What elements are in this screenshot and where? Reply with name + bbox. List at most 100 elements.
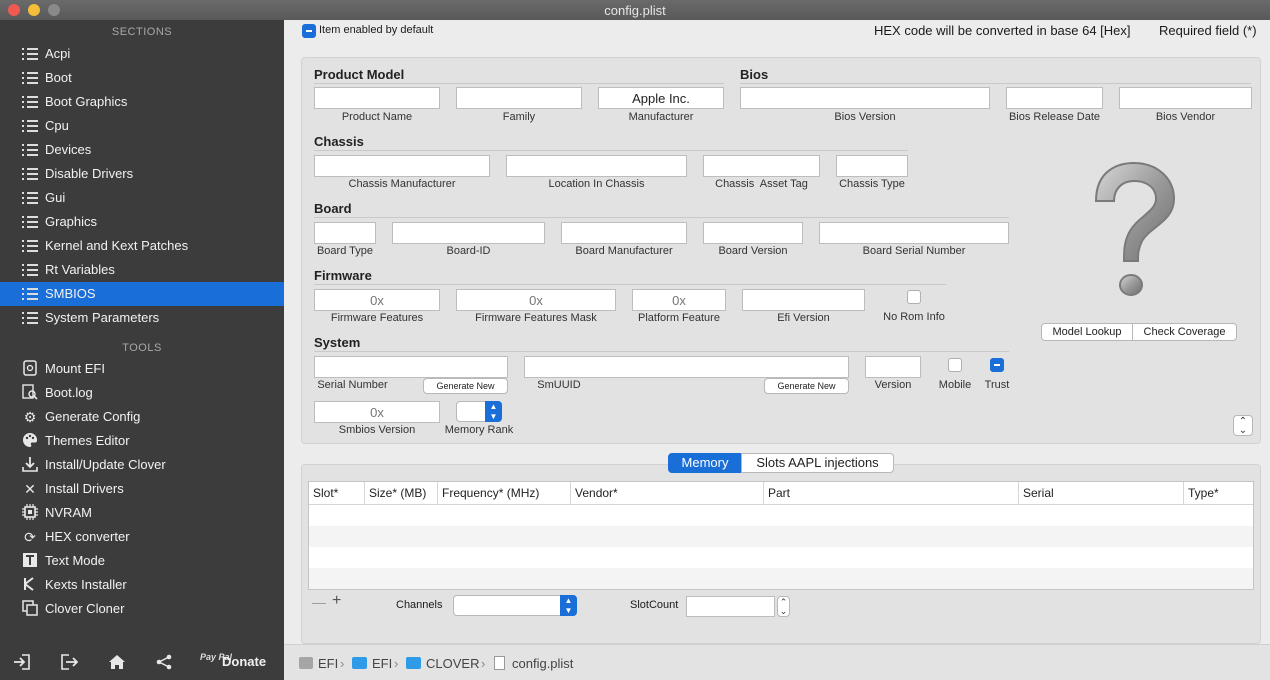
home-icon[interactable] — [107, 654, 127, 672]
chassis-asset-tag-field[interactable] — [703, 155, 820, 177]
bios-vendor-field[interactable] — [1119, 87, 1252, 109]
system-title: System — [314, 335, 361, 350]
tool-mount-efi[interactable]: Mount EFI — [0, 357, 284, 381]
check-coverage-button[interactable]: Check Coverage — [1132, 323, 1237, 341]
sidebar-item-disable-drivers[interactable]: Disable Drivers — [0, 162, 284, 186]
tool-text-mode[interactable]: Text Mode — [0, 549, 284, 573]
slotcount-field[interactable] — [686, 596, 775, 617]
export-icon[interactable] — [59, 654, 79, 672]
tool-themes-editor[interactable]: Themes Editor — [0, 429, 284, 453]
board-serial-number-field[interactable] — [819, 222, 1009, 244]
sidebar-item-boot-graphics[interactable]: Boot Graphics — [0, 90, 284, 114]
firmware-features-field[interactable] — [314, 289, 440, 311]
path-segment[interactable]: CLOVER — [426, 656, 479, 671]
tool-boot-log[interactable]: Boot.log — [0, 381, 284, 405]
zoom-window-button[interactable] — [48, 4, 60, 16]
memory-table[interactable]: Slot* Size* (MB) Frequency* (MHz) Vendor… — [308, 481, 1254, 590]
sidebar-item-label: Rt Variables — [45, 262, 115, 277]
no-rom-info-checkbox[interactable] — [907, 290, 921, 304]
column-header-vendor[interactable]: Vendor* — [571, 482, 764, 505]
tool-kexts-installer[interactable]: Kexts Installer — [0, 573, 284, 597]
add-row-button[interactable]: + — [332, 592, 341, 610]
sidebar-item-cpu[interactable]: Cpu — [0, 114, 284, 138]
sidebar-item-graphics[interactable]: Graphics — [0, 210, 284, 234]
folder-icon — [352, 657, 367, 669]
plist-file-icon — [494, 656, 505, 670]
board-manufacturer-field[interactable] — [561, 222, 687, 244]
path-segment[interactable]: EFI — [372, 656, 392, 671]
tab-slots-aapl-injections[interactable]: Slots AAPL injections — [741, 453, 894, 473]
smuuid-field[interactable] — [524, 356, 849, 378]
tool-nvram[interactable]: NVRAM — [0, 501, 284, 525]
download-icon — [21, 456, 39, 474]
platform-feature-field[interactable] — [632, 289, 726, 311]
tool-generate-config[interactable]: ⚙ Generate Config — [0, 405, 284, 429]
import-icon[interactable] — [12, 654, 32, 672]
tool-label: Kexts Installer — [45, 577, 127, 592]
tool-clover-cloner[interactable]: Clover Cloner — [0, 597, 284, 621]
minimize-window-button[interactable] — [28, 4, 40, 16]
path-segment[interactable]: config.plist — [512, 656, 573, 671]
column-header-type[interactable]: Type* — [1184, 482, 1253, 505]
sidebar-item-smbios[interactable]: SMBIOS — [0, 282, 284, 306]
clone-icon — [21, 600, 39, 618]
slotcount-stepper[interactable]: ⌃ ⌄ — [777, 596, 790, 617]
sidebar-item-gui[interactable]: Gui — [0, 186, 284, 210]
donate-button[interactable]: Donate — [222, 654, 266, 669]
board-id-field[interactable] — [392, 222, 545, 244]
mobile-label: Mobile — [938, 379, 972, 391]
sidebar-item-acpi[interactable]: Acpi — [0, 42, 284, 66]
channels-label: Channels — [396, 599, 443, 611]
generate-smuuid-button[interactable]: Generate New — [764, 378, 849, 394]
remove-row-button[interactable]: — — [312, 594, 326, 610]
enabled-by-default-checkbox[interactable] — [302, 24, 316, 38]
system-version-label: Version — [874, 379, 912, 391]
column-header-serial[interactable]: Serial — [1019, 482, 1184, 505]
sidebar-item-label: Boot — [45, 70, 72, 85]
panel-collapse-stepper[interactable]: ⌃ ⌄ — [1233, 415, 1253, 436]
sidebar-item-boot[interactable]: Boot — [0, 66, 284, 90]
bios-version-field[interactable] — [740, 87, 990, 109]
chip-icon — [21, 504, 39, 522]
board-type-field[interactable] — [314, 222, 376, 244]
memory-rank-select[interactable]: ▲ ▼ — [456, 401, 502, 422]
list-icon — [22, 120, 38, 132]
column-header-frequency[interactable]: Frequency* (MHz) — [438, 482, 571, 505]
generate-serial-button[interactable]: Generate New — [423, 378, 508, 394]
path-segment[interactable]: EFI — [318, 656, 338, 671]
trust-checkbox[interactable] — [990, 358, 1004, 372]
share-icon[interactable] — [154, 654, 174, 672]
sidebar-item-system-parameters[interactable]: System Parameters — [0, 306, 284, 330]
sidebar-item-rt-variables[interactable]: Rt Variables — [0, 258, 284, 282]
tool-install-update-clover[interactable]: Install/Update Clover — [0, 453, 284, 477]
tool-hex-converter[interactable]: ⟳ HEX converter — [0, 525, 284, 549]
column-header-slot[interactable]: Slot* — [309, 482, 365, 505]
location-in-chassis-field[interactable] — [506, 155, 687, 177]
bios-release-date-field[interactable] — [1006, 87, 1103, 109]
close-window-button[interactable] — [8, 4, 20, 16]
chevron-up-down-icon: ▲ ▼ — [560, 595, 577, 616]
column-header-size[interactable]: Size* (MB) — [365, 482, 438, 505]
manufacturer-field[interactable] — [598, 87, 724, 109]
tool-label: Generate Config — [45, 409, 141, 424]
tool-install-drivers[interactable]: ✕ Install Drivers — [0, 477, 284, 501]
system-version-field[interactable] — [865, 356, 921, 378]
channels-select[interactable]: ▲ ▼ — [453, 595, 577, 616]
board-version-field[interactable] — [703, 222, 803, 244]
sidebar-item-devices[interactable]: Devices — [0, 138, 284, 162]
chassis-manufacturer-field[interactable] — [314, 155, 490, 177]
efi-version-field[interactable] — [742, 289, 865, 311]
sidebar-item-kernel-kext-patches[interactable]: Kernel and Kext Patches — [0, 234, 284, 258]
tab-memory[interactable]: Memory — [668, 453, 742, 473]
serial-number-field[interactable] — [314, 356, 508, 378]
column-header-part[interactable]: Part — [764, 482, 1019, 505]
path-separator: › — [394, 656, 399, 671]
product-name-field[interactable] — [314, 87, 440, 109]
smbios-version-field[interactable] — [314, 401, 440, 423]
model-lookup-button[interactable]: Model Lookup — [1041, 323, 1133, 341]
firmware-features-mask-field[interactable] — [456, 289, 616, 311]
chassis-type-field[interactable] — [836, 155, 908, 177]
family-field[interactable] — [456, 87, 582, 109]
required-note: Required field (*) — [1159, 23, 1257, 38]
mobile-checkbox[interactable] — [948, 358, 962, 372]
